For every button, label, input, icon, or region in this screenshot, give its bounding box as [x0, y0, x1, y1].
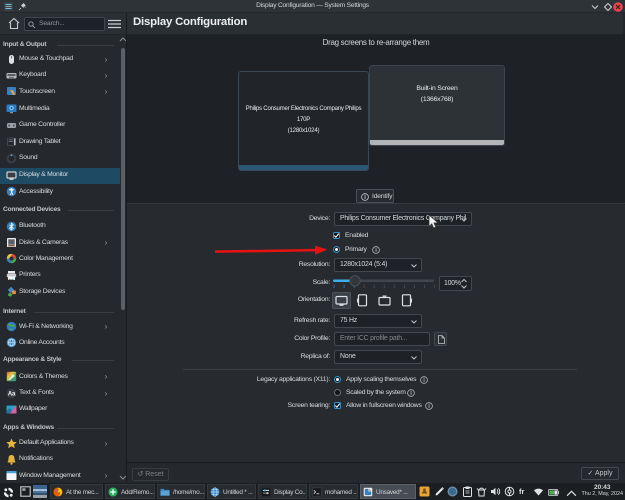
svg-text:Aa: Aa — [8, 391, 16, 397]
